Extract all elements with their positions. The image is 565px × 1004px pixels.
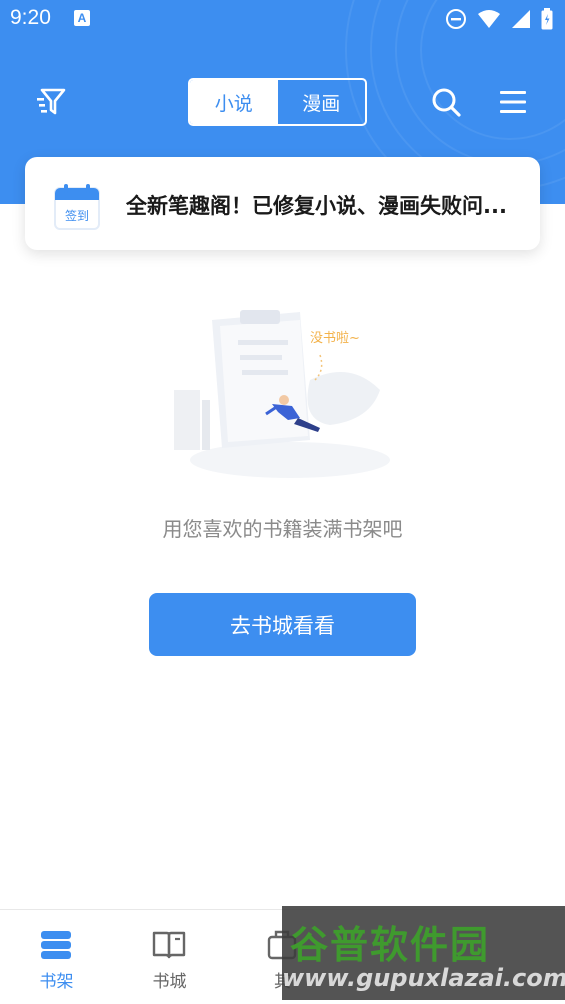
empty-message: 用您喜欢的书籍装满书架吧 [162, 517, 403, 541]
notice-text: 全新笔趣阁！已修复小说、漫画失败问... [126, 194, 507, 218]
search-icon [432, 88, 461, 117]
do-not-disturb-icon [446, 9, 466, 29]
battery-icon [541, 8, 553, 30]
empty-shelf-illustration: 没书啦~ [174, 310, 390, 478]
bookshelf-icon [41, 931, 71, 959]
search-button[interactable] [428, 84, 464, 120]
status-icons [445, 8, 553, 30]
book-open-icon [152, 931, 186, 959]
tab-comic[interactable]: 漫画 [278, 80, 366, 124]
nav-item-bookshelf[interactable]: 书架 [0, 910, 113, 1004]
signal-icon [512, 10, 530, 28]
filter-button[interactable] [34, 84, 70, 120]
notice-card[interactable]: 签到 全新笔趣阁！已修复小说、漫画失败问... [25, 157, 540, 250]
menu-button[interactable] [496, 84, 532, 120]
go-to-bookstore-button[interactable]: 去书城看看 [149, 593, 416, 656]
menu-icon [500, 91, 526, 113]
filter-icon [37, 88, 66, 115]
keyboard-indicator-icon: A [74, 10, 90, 26]
watermark: 谷普软件园 www.gupuxlazai.com [282, 906, 565, 1000]
status-time: 9:20 [10, 6, 51, 29]
tab-novel[interactable]: 小说 [190, 80, 278, 124]
nav-label-bookstore: 书城 [152, 972, 187, 992]
watermark-logo: 谷普软件园 [290, 923, 491, 967]
nav-item-bookstore[interactable]: 书城 [113, 910, 226, 1004]
watermark-url: www.gupuxlazai.com [282, 964, 565, 992]
wifi-icon [478, 10, 500, 28]
nav-label-bookshelf: 书架 [39, 972, 74, 992]
calendar-checkin-icon[interactable]: 签到 [53, 183, 101, 231]
category-switch: 小说 漫画 [188, 78, 367, 126]
status-bar: 9:20 A [0, 0, 565, 38]
top-toolbar: 小说 漫画 [0, 70, 565, 134]
checkin-label: 签到 [65, 208, 89, 223]
empty-bubble-text: 没书啦~ [310, 331, 360, 346]
